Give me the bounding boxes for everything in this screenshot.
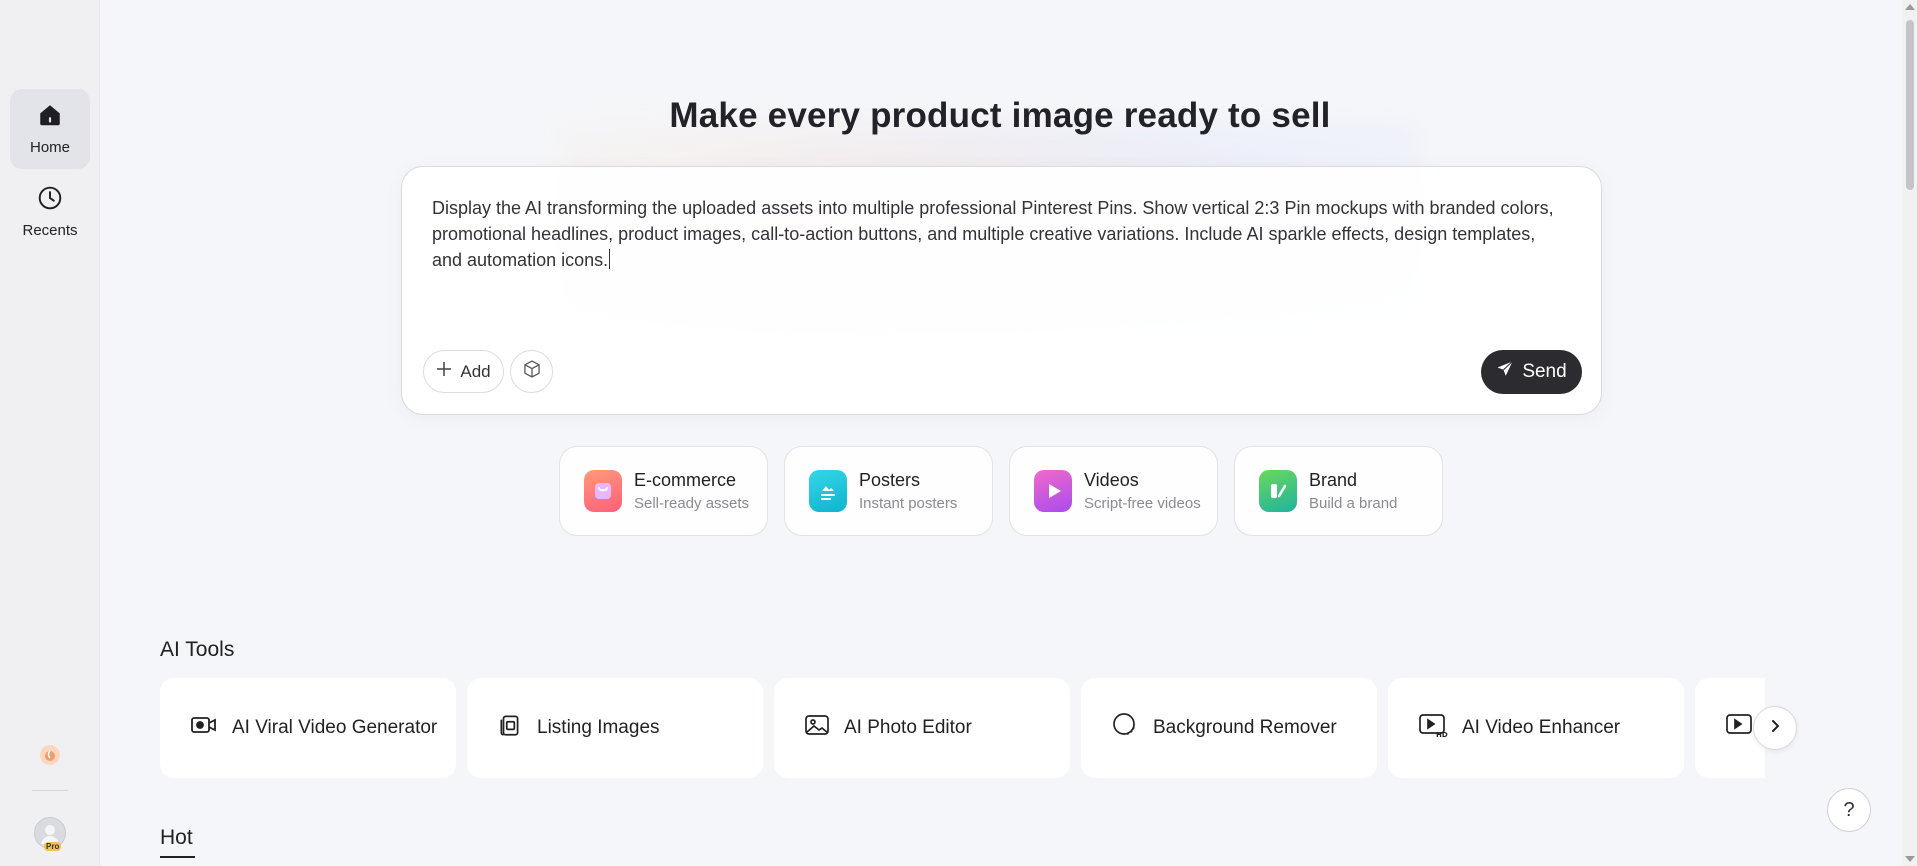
send-button-label: Send xyxy=(1522,361,1567,382)
pro-badge: Pro xyxy=(44,842,62,851)
scroll-thumb[interactable] xyxy=(1906,20,1914,190)
tool-ai-photo-editor[interactable]: AI Photo Editor xyxy=(774,678,1070,778)
category-brand[interactable]: Brand Build a brand xyxy=(1234,446,1443,536)
page-title: Make every product image ready to sell xyxy=(669,96,1331,135)
prompt-input[interactable]: Display the AI transforming the uploaded… xyxy=(432,195,1562,273)
ai-tools-title: AI Tools xyxy=(160,638,235,661)
credits-icon[interactable] xyxy=(38,743,62,767)
sidebar-item-label: Recents xyxy=(22,222,78,239)
home-icon xyxy=(37,102,63,133)
category-subtitle: Script-free videos xyxy=(1084,495,1201,512)
text-caret xyxy=(609,249,611,269)
category-ecommerce[interactable]: E-commerce Sell-ready assets xyxy=(559,446,768,536)
send-icon xyxy=(1496,360,1514,384)
tool-label: AI Photo Editor xyxy=(844,717,972,738)
tool-listing-images[interactable]: Listing Images xyxy=(467,678,763,778)
tool-label: Listing Images xyxy=(537,717,660,738)
scroll-down-arrow[interactable] xyxy=(1905,856,1915,862)
sidebar: Home Recents Pro xyxy=(0,0,100,866)
hot-title[interactable]: Hot xyxy=(160,826,193,850)
category-videos[interactable]: Videos Script-free videos xyxy=(1009,446,1218,536)
category-posters[interactable]: Posters Instant posters xyxy=(784,446,993,536)
category-subtitle: Instant posters xyxy=(859,495,958,512)
tool-label: AI Video Enhancer xyxy=(1462,717,1621,738)
background-remover-icon xyxy=(1111,711,1139,745)
category-title: Posters xyxy=(859,470,921,490)
category-title: E-commerce xyxy=(634,470,737,490)
tool-label: AI Viral Video Generator xyxy=(232,717,438,738)
category-title: Videos xyxy=(1084,470,1139,490)
svg-text:HD: HD xyxy=(1436,731,1448,738)
hot-tab-underline xyxy=(160,856,195,858)
video-camera-icon xyxy=(190,713,218,743)
category-title: Brand xyxy=(1309,470,1358,490)
plus-icon xyxy=(436,361,452,382)
model-cube-button[interactable] xyxy=(510,350,553,393)
help-button[interactable]: ? xyxy=(1827,788,1871,832)
play-icon xyxy=(1034,470,1072,512)
cube-icon xyxy=(522,359,542,384)
add-button[interactable]: Add xyxy=(423,350,504,393)
sidebar-item-home[interactable]: Home xyxy=(10,89,90,169)
tool-label: Background Remover xyxy=(1153,717,1337,738)
photo-icon xyxy=(804,713,830,743)
ai-tools-row: AI Viral Video Generator Listing Images … xyxy=(160,678,1765,778)
tools-next-button[interactable] xyxy=(1753,706,1797,750)
poster-icon xyxy=(809,470,847,512)
listing-images-icon xyxy=(497,712,523,744)
add-button-label: Add xyxy=(460,361,491,381)
chevron-right-icon xyxy=(1768,719,1782,738)
scroll-up-arrow[interactable] xyxy=(1905,4,1915,10)
prompt-box: Display the AI transforming the uploaded… xyxy=(401,166,1602,415)
shopping-bag-icon xyxy=(584,470,622,512)
avatar[interactable]: Pro xyxy=(34,817,66,851)
hd-video-icon: HD xyxy=(1418,712,1448,744)
tool-ai-video-enhancer[interactable]: HD AI Video Enhancer xyxy=(1388,678,1684,778)
category-subtitle: Sell-ready assets xyxy=(634,495,750,512)
sidebar-divider xyxy=(32,790,68,791)
video-edit-icon xyxy=(1725,712,1755,744)
page-scrollbar[interactable] xyxy=(1902,0,1917,866)
category-subtitle: Build a brand xyxy=(1309,495,1398,512)
tool-ai-viral-video-generator[interactable]: AI Viral Video Generator xyxy=(160,678,456,778)
send-button[interactable]: Send xyxy=(1481,350,1582,394)
clock-icon xyxy=(37,185,63,216)
tool-background-remover[interactable]: Background Remover xyxy=(1081,678,1377,778)
sidebar-item-label: Home xyxy=(29,139,70,156)
sidebar-item-recents[interactable]: Recents xyxy=(10,172,90,252)
brand-icon xyxy=(1259,470,1297,512)
prompt-text: Display the AI transforming the uploaded… xyxy=(432,198,1554,270)
